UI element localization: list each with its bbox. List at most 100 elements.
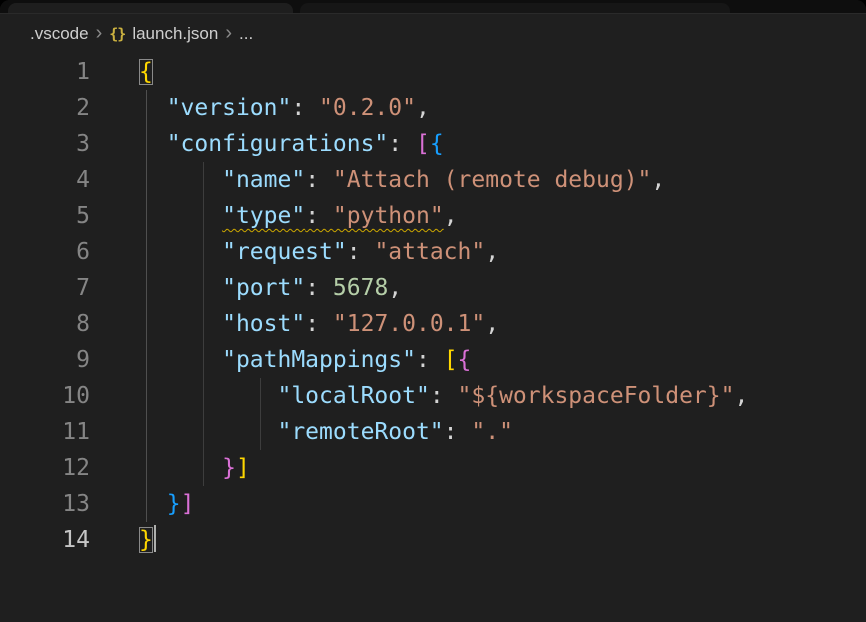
line-number[interactable]: 7: [0, 270, 90, 306]
code-token: :: [305, 167, 319, 193]
code-token: [139, 491, 167, 517]
code-token: "configurations": [167, 131, 389, 157]
code-line-content[interactable]: "name": "Attach (remote debug)",: [90, 162, 665, 198]
code-line-9[interactable]: 9 "pathMappings": [{: [0, 342, 866, 378]
code-token: [458, 419, 472, 445]
code-line-4[interactable]: 4 "name": "Attach (remote debug)",: [0, 162, 866, 198]
code-line-content[interactable]: "host": "127.0.0.1",: [90, 306, 499, 342]
code-token: {: [458, 347, 472, 373]
code-token: :: [291, 95, 305, 121]
code-token: [402, 131, 416, 157]
code-line-10[interactable]: 10 "localRoot": "${workspaceFolder}",: [0, 378, 866, 414]
breadcrumb: .vscode › {} launch.json › ...: [0, 14, 866, 54]
code-token: ,: [444, 203, 458, 229]
code-line-content[interactable]: {: [90, 54, 153, 90]
active-tab-remnant[interactable]: [8, 3, 293, 13]
line-number[interactable]: 12: [0, 450, 90, 486]
code-token: "0.2.0": [319, 95, 416, 121]
code-token: "python": [333, 203, 444, 229]
line-number[interactable]: 8: [0, 306, 90, 342]
code-token: :: [347, 239, 361, 265]
code-token: [430, 347, 444, 373]
line-number[interactable]: 4: [0, 162, 90, 198]
editor[interactable]: 1{2 "version": "0.2.0",3 "configurations…: [0, 54, 866, 558]
code-token: [361, 239, 375, 265]
code-line-content[interactable]: }]: [90, 486, 194, 522]
code-line-content[interactable]: }]: [90, 450, 250, 486]
chevron-right-icon: ›: [225, 23, 232, 43]
code-token: [: [416, 131, 430, 157]
code-token: :: [430, 383, 444, 409]
code-line-13[interactable]: 13 }]: [0, 486, 866, 522]
code-token: [: [444, 347, 458, 373]
line-number[interactable]: 9: [0, 342, 90, 378]
line-number[interactable]: 1: [0, 54, 90, 90]
line-number[interactable]: 5: [0, 198, 90, 234]
breadcrumb-item-symbol[interactable]: ...: [239, 24, 253, 44]
breadcrumb-item-file[interactable]: launch.json: [132, 24, 218, 44]
line-number[interactable]: 13: [0, 486, 90, 522]
code-line-content[interactable]: "port": 5678,: [90, 270, 402, 306]
code-line-8[interactable]: 8 "host": "127.0.0.1",: [0, 306, 866, 342]
code-line-1[interactable]: 1{: [0, 54, 866, 90]
code-line-content[interactable]: "request": "attach",: [90, 234, 499, 270]
code-token: "${workspaceFolder}": [458, 383, 735, 409]
code-line-content[interactable]: "version": "0.2.0",: [90, 90, 430, 126]
code-token: "host": [222, 311, 305, 337]
code-token: "port": [222, 275, 305, 301]
line-number[interactable]: 11: [0, 414, 90, 450]
vscode-window: .vscode › {} launch.json › ... 1{2 "vers…: [0, 0, 866, 622]
line-number[interactable]: 6: [0, 234, 90, 270]
code-line-content[interactable]: "pathMappings": [{: [90, 342, 471, 378]
code-token: [139, 383, 277, 409]
code-lines: 1{2 "version": "0.2.0",3 "configurations…: [0, 54, 866, 558]
code-line-content[interactable]: "type": "python",: [90, 198, 458, 234]
chevron-right-icon: ›: [96, 23, 103, 43]
code-token: "type": [222, 203, 305, 229]
code-line-content[interactable]: }: [90, 522, 156, 558]
code-token: ]: [236, 455, 250, 481]
code-token: [319, 275, 333, 301]
code-line-11[interactable]: 11 "remoteRoot": ".": [0, 414, 866, 450]
code-token: ]: [181, 491, 195, 517]
code-token: [319, 167, 333, 193]
code-token: {: [139, 59, 153, 85]
code-line-7[interactable]: 7 "port": 5678,: [0, 270, 866, 306]
code-token: "localRoot": [277, 383, 429, 409]
code-token: ,: [651, 167, 665, 193]
code-line-6[interactable]: 6 "request": "attach",: [0, 234, 866, 270]
code-line-5[interactable]: 5 "type": "python",: [0, 198, 866, 234]
code-token: "pathMappings": [222, 347, 416, 373]
code-token: [139, 167, 222, 193]
code-token: :: [305, 203, 319, 229]
code-token: "127.0.0.1": [333, 311, 485, 337]
code-token: [139, 311, 222, 337]
line-number[interactable]: 3: [0, 126, 90, 162]
line-number[interactable]: 14: [0, 522, 90, 558]
inactive-tab-remnant[interactable]: [300, 3, 730, 13]
code-line-2[interactable]: 2 "version": "0.2.0",: [0, 90, 866, 126]
code-token: ".": [471, 419, 513, 445]
line-number[interactable]: 10: [0, 378, 90, 414]
code-line-3[interactable]: 3 "configurations": [{: [0, 126, 866, 162]
code-token: }: [167, 491, 181, 517]
breadcrumb-item-folder[interactable]: .vscode: [30, 24, 89, 44]
code-token: [444, 383, 458, 409]
code-token: "request": [222, 239, 347, 265]
code-line-content[interactable]: "remoteRoot": ".": [90, 414, 513, 450]
code-token: ,: [388, 275, 402, 301]
code-token: "version": [167, 95, 292, 121]
code-token: }: [139, 527, 153, 553]
code-token: }: [222, 455, 236, 481]
json-file-icon: {}: [109, 25, 125, 43]
code-token: [139, 347, 222, 373]
code-token: :: [388, 131, 402, 157]
code-line-12[interactable]: 12 }]: [0, 450, 866, 486]
code-line-14[interactable]: 14}: [0, 522, 866, 558]
code-line-content[interactable]: "configurations": [{: [90, 126, 444, 162]
code-token: [139, 131, 167, 157]
code-token: "Attach (remote debug)": [333, 167, 652, 193]
code-line-content[interactable]: "localRoot": "${workspaceFolder}",: [90, 378, 748, 414]
line-number[interactable]: 2: [0, 90, 90, 126]
code-token: ,: [416, 95, 430, 121]
